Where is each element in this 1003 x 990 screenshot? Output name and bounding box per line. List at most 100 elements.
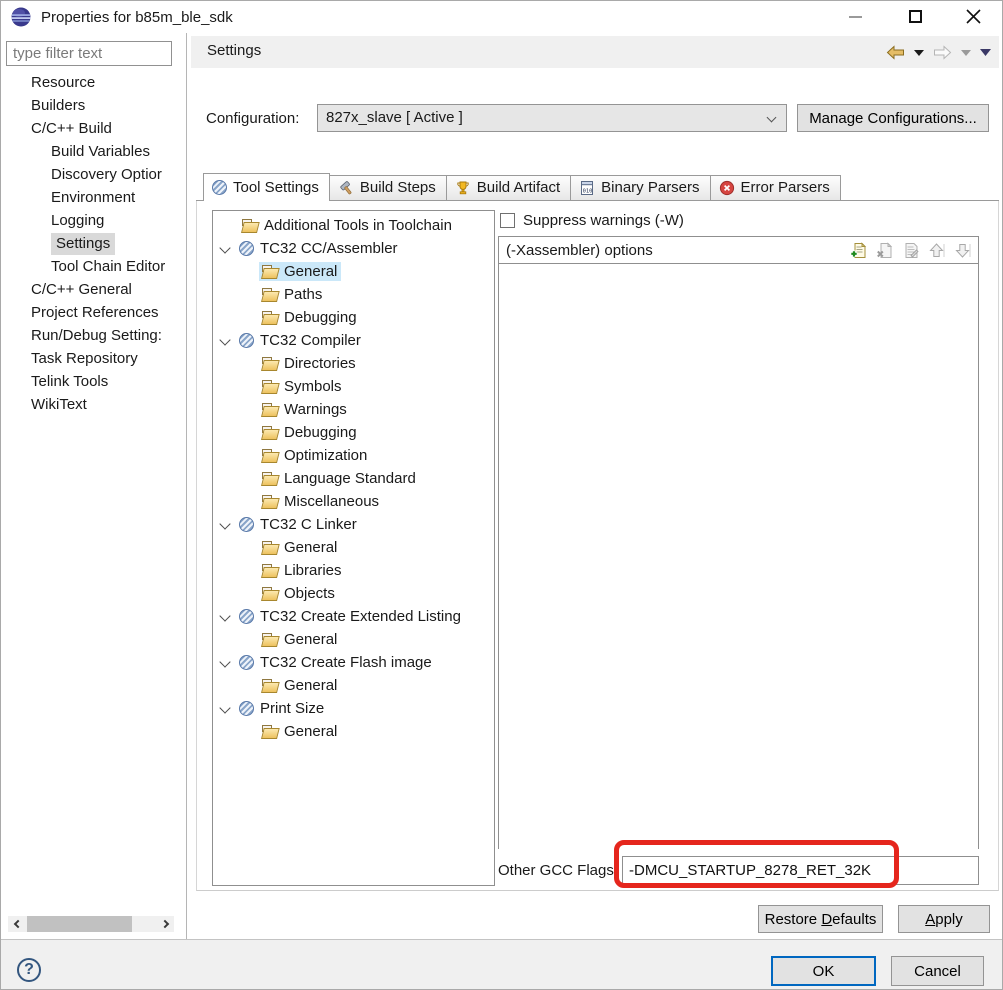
tab-binary-parsers[interactable]: 010 Binary Parsers: [570, 175, 710, 201]
folder-icon: [261, 725, 278, 739]
configuration-select[interactable]: 827x_slave [ Active ]: [317, 104, 787, 132]
help-icon[interactable]: ?: [17, 958, 41, 982]
sidebar-item-wikitext[interactable]: WikiText: [1, 393, 186, 416]
suppress-warnings-label: Suppress warnings (-W): [523, 212, 684, 229]
sidebar-item-cpp-build[interactable]: C/C++ Build: [1, 117, 186, 140]
sidebar-item-tool-chain-editor[interactable]: Tool Chain Editor: [1, 255, 186, 278]
other-gcc-flags-input[interactable]: [622, 856, 979, 885]
tool-icon: [239, 701, 254, 716]
tree-item-tc32-create-extended-listing[interactable]: TC32 Create Extended Listing: [213, 605, 494, 628]
tree-item-language-standard[interactable]: Language Standard: [213, 467, 494, 490]
back-history-dropdown-icon[interactable]: [914, 50, 924, 56]
manage-configurations-button[interactable]: Manage Configurations...: [797, 104, 989, 132]
sidebar-item-build-variables[interactable]: Build Variables: [1, 140, 186, 163]
sidebar-item-resource[interactable]: Resource: [1, 71, 186, 94]
configuration-label: Configuration:: [206, 110, 299, 127]
back-arrow-icon[interactable]: [886, 45, 905, 60]
tree-item-libraries[interactable]: Libraries: [213, 559, 494, 582]
title-bar: Properties for b85m_ble_sdk: [1, 1, 1002, 33]
tree-item-miscellaneous[interactable]: Miscellaneous: [213, 490, 494, 513]
sidebar-item-cpp-general[interactable]: C/C++ General: [1, 278, 186, 301]
tree-item-debugging2[interactable]: Debugging: [213, 421, 494, 444]
close-button[interactable]: [951, 1, 995, 32]
view-menu-icon[interactable]: [980, 49, 991, 56]
sidebar-item-project-references[interactable]: Project References: [1, 301, 186, 324]
ok-button[interactable]: OK: [771, 956, 876, 986]
scroll-left-icon[interactable]: [8, 916, 24, 932]
tab-build-artifact[interactable]: Build Artifact: [446, 175, 571, 201]
scroll-right-icon[interactable]: [158, 916, 174, 932]
eclipse-logo-icon: [10, 6, 32, 28]
suppress-warnings-checkbox[interactable]: [500, 213, 515, 228]
tree-item-directories[interactable]: Directories: [213, 352, 494, 375]
chevron-down-icon[interactable]: [219, 334, 230, 345]
cancel-button[interactable]: Cancel: [891, 956, 984, 986]
chevron-down-icon[interactable]: [219, 702, 230, 713]
sidebar-item-settings[interactable]: Settings: [1, 232, 186, 255]
tree-item-general4[interactable]: General: [213, 674, 494, 697]
sidebar-item-task-repository[interactable]: Task Repository: [1, 347, 186, 370]
configuration-value: 827x_slave [ Active ]: [326, 109, 463, 126]
chevron-down-icon[interactable]: [219, 518, 230, 529]
add-option-icon[interactable]: [850, 242, 867, 259]
folder-icon: [261, 311, 278, 325]
delete-option-icon[interactable]: [876, 242, 893, 259]
chevron-down-icon: [767, 113, 777, 123]
tab-build-steps[interactable]: Build Steps: [329, 175, 447, 201]
tab-error-parsers[interactable]: Error Parsers: [710, 175, 841, 201]
assembler-options-group: (-Xassembler) options: [498, 236, 979, 849]
sidebar-item-builders[interactable]: Builders: [1, 94, 186, 117]
assembler-options-list[interactable]: [499, 264, 978, 849]
folder-icon: [261, 426, 278, 440]
sidebar-item-run-debug-settings[interactable]: Run/Debug Setting:: [1, 324, 186, 347]
tree-item-tc32-create-flash-image[interactable]: TC32 Create Flash image: [213, 651, 494, 674]
tree-item-print-size[interactable]: Print Size: [213, 697, 494, 720]
minimize-button[interactable]: [833, 1, 877, 32]
tree-item-additional-tools[interactable]: Additional Tools in Toolchain: [213, 214, 494, 237]
apply-button[interactable]: Apply: [898, 905, 990, 933]
tree-item-tc32-c-linker[interactable]: TC32 C Linker: [213, 513, 494, 536]
restore-defaults-button[interactable]: Restore Defaults: [758, 905, 883, 933]
tab-tool-settings[interactable]: Tool Settings: [203, 173, 330, 201]
tree-item-tc32-compiler[interactable]: TC32 Compiler: [213, 329, 494, 352]
move-up-icon[interactable]: [928, 242, 945, 259]
maximize-icon: [909, 10, 922, 23]
tree-item-general[interactable]: General: [213, 260, 494, 283]
filter-input[interactable]: [6, 41, 172, 66]
chevron-down-icon[interactable]: [219, 610, 230, 621]
folder-icon: [261, 380, 278, 394]
maximize-button[interactable]: [893, 1, 937, 32]
assembler-options-title: (-Xassembler) options: [506, 242, 850, 259]
scrollbar-thumb[interactable]: [27, 916, 132, 932]
tree-item-debugging[interactable]: Debugging: [213, 306, 494, 329]
edit-option-icon[interactable]: [902, 242, 919, 259]
tree-item-general2[interactable]: General: [213, 536, 494, 559]
tree-item-optimization[interactable]: Optimization: [213, 444, 494, 467]
sidebar-item-logging[interactable]: Logging: [1, 209, 186, 232]
folder-icon: [261, 541, 278, 555]
tab-bar: Tool Settings Build Steps Build Artifact: [204, 173, 841, 201]
folder-icon: [261, 449, 278, 463]
tree-item-general3[interactable]: General: [213, 628, 494, 651]
tree-item-symbols[interactable]: Symbols: [213, 375, 494, 398]
folder-icon: [261, 495, 278, 509]
sidebar-item-telink-tools[interactable]: Telink Tools: [1, 370, 186, 393]
tree-item-paths[interactable]: Paths: [213, 283, 494, 306]
sidebar-item-environment[interactable]: Environment: [1, 186, 186, 209]
chevron-down-icon[interactable]: [219, 656, 230, 667]
tree-item-general5[interactable]: General: [213, 720, 494, 743]
forward-arrow-icon[interactable]: [933, 45, 952, 60]
folder-icon: [261, 265, 278, 279]
tool-icon: [212, 180, 227, 195]
folder-icon: [261, 288, 278, 302]
chevron-down-icon[interactable]: [219, 242, 230, 253]
sidebar-item-discovery-options[interactable]: Discovery Optior: [1, 163, 186, 186]
horizontal-scrollbar[interactable]: [8, 916, 174, 932]
move-down-icon[interactable]: [954, 242, 971, 259]
page-title: Settings: [207, 42, 261, 59]
tree-item-warnings[interactable]: Warnings: [213, 398, 494, 421]
tree-item-tc32-cc-assembler[interactable]: TC32 CC/Assembler: [213, 237, 494, 260]
forward-history-dropdown-icon[interactable]: [961, 50, 971, 56]
tool-icon: [239, 609, 254, 624]
tree-item-objects[interactable]: Objects: [213, 582, 494, 605]
